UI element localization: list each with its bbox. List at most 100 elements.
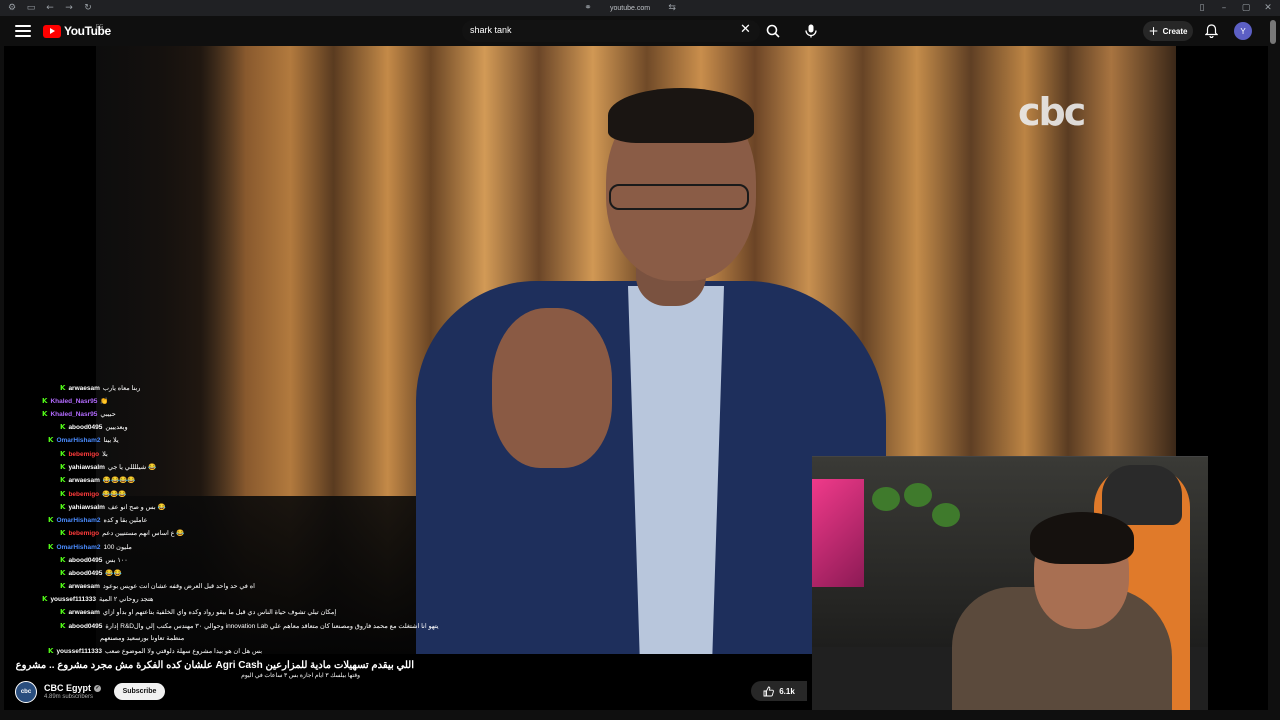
- chat-username: bebemigo: [68, 529, 100, 537]
- chat-text: 👏: [100, 398, 109, 405]
- split-view-icon[interactable]: ▯: [1194, 0, 1210, 16]
- microphone-icon[interactable]: [800, 21, 822, 41]
- chat-message: K Khaled_Nasr95 👏: [42, 395, 109, 407]
- chat-username: OmarHisham2: [56, 516, 101, 524]
- chat-text: بس هل ان هو بيدا مشروع سهلة دلوقتي ولا ا…: [104, 648, 263, 655]
- chat-text: هتجد روحاني ٢ المية: [98, 596, 154, 603]
- create-button[interactable]: + Create: [1143, 21, 1193, 41]
- chat-message: Kabood0495 ١٠٠ بس: [60, 554, 128, 566]
- thumbs-up-icon: [763, 686, 775, 696]
- chat-message: K OmarHisham2 عاملين بقا و كده: [48, 514, 147, 526]
- chat-message: Kyoussef111333 بس هل ان هو بيدا مشروع سهل…: [48, 645, 262, 657]
- chat-message: K OmarHisham2 يلا بينا: [48, 434, 119, 446]
- kick-badge-icon: K: [60, 503, 66, 511]
- chat-username: yahiawsalm: [68, 463, 105, 471]
- chat-message: K OmarHisham2 مليون 100: [48, 541, 132, 553]
- back-icon[interactable]: ←: [42, 0, 58, 16]
- chat-username: abood0495: [68, 556, 103, 564]
- chat-username: OmarHisham2: [56, 436, 101, 444]
- minimize-icon[interactable]: –: [1216, 0, 1232, 16]
- chat-text: منظمة تعاونا بورسعيد ومصنعهم: [100, 635, 185, 642]
- youtube-play-icon: [43, 24, 61, 38]
- clear-search-icon[interactable]: ✕: [740, 23, 751, 37]
- chat-username: abood0495: [68, 423, 103, 431]
- kick-badge-icon: K: [60, 463, 66, 471]
- kick-badge-icon: K: [60, 529, 66, 537]
- create-label: Create: [1162, 26, 1188, 36]
- account-avatar[interactable]: Y: [1234, 22, 1252, 40]
- kick-badge-icon: K: [48, 543, 54, 551]
- chat-message: Karwaesam 😂😂😂😂: [60, 474, 135, 486]
- close-window-icon[interactable]: ✕: [1260, 0, 1276, 16]
- chat-username: arwaesam: [68, 582, 100, 590]
- chat-username: bebemigo: [68, 490, 100, 498]
- reload-icon[interactable]: ↻: [80, 0, 96, 16]
- chat-text: بس و صح انو عف 😂: [107, 504, 166, 511]
- kick-badge-icon: K: [60, 569, 66, 577]
- kick-badge-icon: K: [60, 608, 66, 616]
- kick-badge-icon: K: [42, 410, 48, 418]
- kick-badge-icon: K: [60, 490, 66, 498]
- monitor: [812, 479, 864, 587]
- chat-message: Kyahiawsalm شيللللي يا جي 😂: [60, 461, 156, 473]
- forward-icon[interactable]: →: [61, 0, 77, 16]
- chat-text: 😂😂😂: [102, 491, 127, 498]
- chat-message: Kyoussef111333 هتجد روحاني ٢ المية: [42, 593, 153, 605]
- channel-name[interactable]: CBC Egypt ✓: [44, 683, 101, 693]
- chat-message: منظمة تعاونا بورسعيد ومصنعهم: [100, 632, 184, 644]
- chat-username: arwaesam: [68, 476, 100, 484]
- search-input[interactable]: shark tank: [470, 25, 512, 35]
- chat-text: شيللللي يا جي 😂: [107, 464, 157, 471]
- chat-message: Kabood0495 وبعدييين: [60, 421, 128, 433]
- maximize-icon[interactable]: ▢: [1238, 0, 1254, 16]
- chat-username: yahiawsalm: [68, 503, 105, 511]
- chat-message: Kabood0495 إدارة R&Dوحوالي ٣٠ مهندس مكتب …: [60, 620, 439, 632]
- chat-text: 😂😂: [105, 570, 122, 577]
- kick-badge-icon: K: [60, 582, 66, 590]
- page-scrollbar[interactable]: [1270, 20, 1276, 44]
- subscribe-button[interactable]: Subscribe: [114, 683, 165, 700]
- tune-icon[interactable]: ⇆: [664, 0, 680, 16]
- chat-message: Kbebemigo ع اساس انهم مستنيين دعم 😂: [60, 527, 184, 539]
- search-icon[interactable]: [762, 21, 784, 41]
- kick-badge-icon: K: [42, 595, 48, 603]
- chat-username: arwaesam: [68, 608, 100, 616]
- url-text[interactable]: youtube.com: [610, 5, 650, 12]
- menu-icon[interactable]: [14, 23, 32, 39]
- plus-icon: +: [1148, 24, 1159, 38]
- chat-text: إمكان تيلي تشوف حياة الناس دي قبل ما بيق…: [102, 609, 337, 616]
- chat-text: بلا: [102, 451, 108, 458]
- chat-message: Kbebemigo بلا: [60, 448, 108, 460]
- chat-text: عاملين بقا و كده: [103, 517, 148, 524]
- channel-avatar[interactable]: cbc: [15, 681, 37, 703]
- video-player[interactable]: cbc Karwaesam ربنا معاه يارب K Khaled_Nasr9…: [4, 46, 1268, 710]
- sidebar-toggle-icon[interactable]: ▭: [23, 0, 39, 16]
- kick-badge-icon: K: [48, 516, 54, 524]
- kick-badge-icon: K: [60, 622, 66, 630]
- region-code: EG: [96, 24, 104, 30]
- chat-text: ع اساس انهم مستنيين دعم 😂: [102, 530, 185, 537]
- browser-menu-icon[interactable]: ⚙: [4, 0, 20, 16]
- chat-username: abood0495: [68, 622, 103, 630]
- kick-badge-icon: K: [48, 436, 54, 444]
- chat-message: Kabood0495 😂😂: [60, 567, 122, 579]
- notifications-bell-icon[interactable]: [1202, 22, 1220, 40]
- search-box[interactable]: shark tank ✕: [462, 20, 760, 42]
- chat-text: يلا بينا: [103, 437, 119, 444]
- subtitle-caption-secondary: وقتها بيلسك ٣ ايام اجازة بس ٣ ساعات في ا…: [241, 673, 360, 679]
- chat-text: اه في حد واحد قبل العرض وقفه عشان انت عو…: [102, 583, 255, 590]
- link-icon: ⚭: [584, 3, 592, 13]
- chat-message: K Khaled_Nasr95 حبيبي: [42, 408, 116, 420]
- streamer-webcam: [812, 456, 1208, 710]
- chat-message: Kyahiawsalm بس و صح انو عف 😂: [60, 501, 166, 513]
- like-count: 6.1k: [779, 686, 795, 696]
- chat-text: ١٠٠ بس: [105, 557, 128, 564]
- chat-username: youssef111333: [56, 647, 102, 655]
- chat-message: Karwaesam ربنا معاه يارب: [60, 382, 140, 394]
- chat-text: ربنا معاه يارب: [102, 385, 141, 392]
- kick-badge-icon: K: [42, 397, 48, 405]
- like-button[interactable]: 6.1k: [751, 681, 807, 701]
- kick-badge-icon: K: [60, 556, 66, 564]
- chat-text: مليون 100: [103, 544, 132, 551]
- chat-username: OmarHisham2: [56, 543, 101, 551]
